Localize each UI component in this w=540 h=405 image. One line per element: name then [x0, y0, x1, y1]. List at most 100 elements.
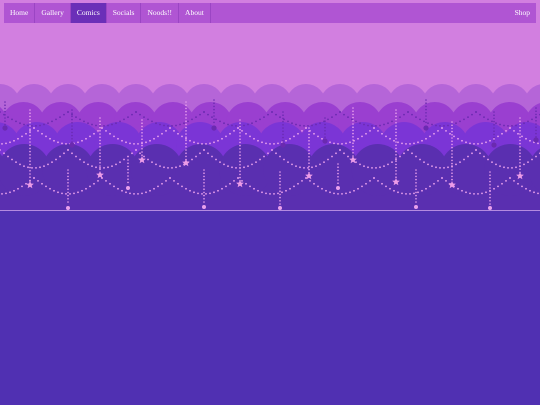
- bead-garland: [101, 127, 103, 129]
- bead-drop: [425, 112, 427, 114]
- bead-garland: [507, 125, 509, 127]
- bead-garland: [381, 132, 383, 135]
- bead-garland: [219, 120, 221, 123]
- bead-garland: [125, 191, 127, 194]
- bead-garland: [193, 141, 195, 144]
- bead-garland: [163, 124, 165, 127]
- nav-noods-link[interactable]: Noods!!: [141, 3, 180, 23]
- bead-drop: [425, 115, 427, 117]
- nav-comics-link[interactable]: Comics: [70, 3, 107, 23]
- bead-drop: [519, 133, 521, 135]
- bead-garland: [207, 152, 209, 155]
- bead-drop: [29, 109, 31, 111]
- bead-garland: [233, 180, 235, 182]
- bead-drop: [395, 160, 397, 162]
- bead-drop: [203, 175, 205, 178]
- bead-garland: [173, 130, 175, 132]
- bead-garland: [403, 113, 405, 116]
- bead-drop: [141, 125, 143, 128]
- bead-garland: [105, 130, 107, 132]
- bead-drop: [29, 147, 31, 150]
- nav-socials-link[interactable]: Socials: [107, 3, 142, 23]
- bead-garland: [35, 167, 37, 169]
- bead-garland: [351, 118, 353, 121]
- bead-drop: [279, 187, 281, 189]
- bead-garland: [513, 180, 515, 182]
- bead-drop: [324, 126, 326, 129]
- bead-garland: [295, 165, 297, 168]
- bead-garland: [331, 155, 333, 158]
- bead-drop: [395, 173, 397, 175]
- nav-home-link[interactable]: Home: [4, 3, 36, 23]
- bead-garland: [473, 143, 475, 145]
- bead-garland: [115, 163, 117, 166]
- bead-drop: [185, 149, 187, 151]
- bead-garland: [233, 130, 235, 132]
- bead-garland: [15, 120, 17, 123]
- bead-garland: [89, 135, 91, 138]
- bead-garland: [483, 116, 485, 118]
- bead-drop: [415, 198, 417, 200]
- bead-garland: [345, 192, 347, 195]
- bead-garland: [97, 130, 99, 132]
- bead-garland: [409, 143, 411, 145]
- bead-garland: [49, 187, 51, 190]
- bead-drop: [141, 154, 143, 156]
- bead-drop: [395, 125, 397, 127]
- bead-garland: [525, 137, 527, 140]
- bead-garland: [195, 155, 197, 158]
- bead-garland: [417, 141, 419, 144]
- bead-drop: [279, 184, 281, 186]
- bead-drop: [308, 143, 310, 145]
- bead-drop: [67, 185, 69, 187]
- bead-drop: [71, 138, 73, 140]
- bead-garland: [223, 122, 225, 125]
- bead-garland: [505, 130, 507, 132]
- bead-drop: [395, 154, 397, 156]
- bead-garland: [295, 123, 297, 126]
- bead-drop: [239, 170, 241, 172]
- bead-garland: [375, 125, 377, 127]
- bead-garland: [157, 185, 159, 188]
- bead-garland: [79, 158, 81, 161]
- bead-drop: [127, 181, 129, 184]
- bead-garland: [123, 158, 125, 161]
- bead-garland: [453, 135, 455, 138]
- bead-garland: [99, 125, 101, 127]
- bead-garland: [63, 152, 65, 155]
- bead-garland: [499, 165, 501, 168]
- bead-drop: [29, 131, 31, 134]
- bead-drop: [519, 142, 521, 145]
- nav-about-link[interactable]: About: [179, 3, 211, 23]
- bead-garland: [51, 161, 53, 164]
- bead-garland: [429, 135, 431, 138]
- bead-drop: [203, 198, 205, 200]
- nav-gallery-link[interactable]: Gallery: [35, 3, 71, 23]
- bead-garland: [269, 143, 271, 145]
- bead-garland: [111, 123, 113, 126]
- bead-garland: [431, 123, 433, 126]
- bead-garland: [409, 193, 411, 195]
- bead-drop: [395, 166, 397, 169]
- bead-drop: [67, 191, 69, 194]
- bead-garland: [201, 143, 203, 145]
- bead-drop: [4, 117, 6, 119]
- bead-garland: [343, 113, 345, 116]
- bead-drop: [451, 166, 453, 168]
- bead-drop: [185, 120, 187, 122]
- bead-garland: [439, 125, 441, 127]
- bead-garland: [377, 180, 379, 182]
- bead-drop: [308, 133, 310, 136]
- bead-garland: [309, 180, 311, 182]
- bead-drop: [535, 123, 537, 125]
- bead-garland: [145, 191, 147, 194]
- bead-garland: [493, 187, 495, 190]
- nav-shop-link[interactable]: Shop: [509, 3, 536, 23]
- bead-drop: [213, 118, 215, 120]
- bead-garland: [51, 120, 53, 123]
- bead-drop: [29, 122, 31, 124]
- bead-garland: [303, 167, 305, 169]
- bead-garland: [45, 135, 47, 138]
- bead-garland: [131, 113, 133, 116]
- bead-garland: [497, 135, 499, 138]
